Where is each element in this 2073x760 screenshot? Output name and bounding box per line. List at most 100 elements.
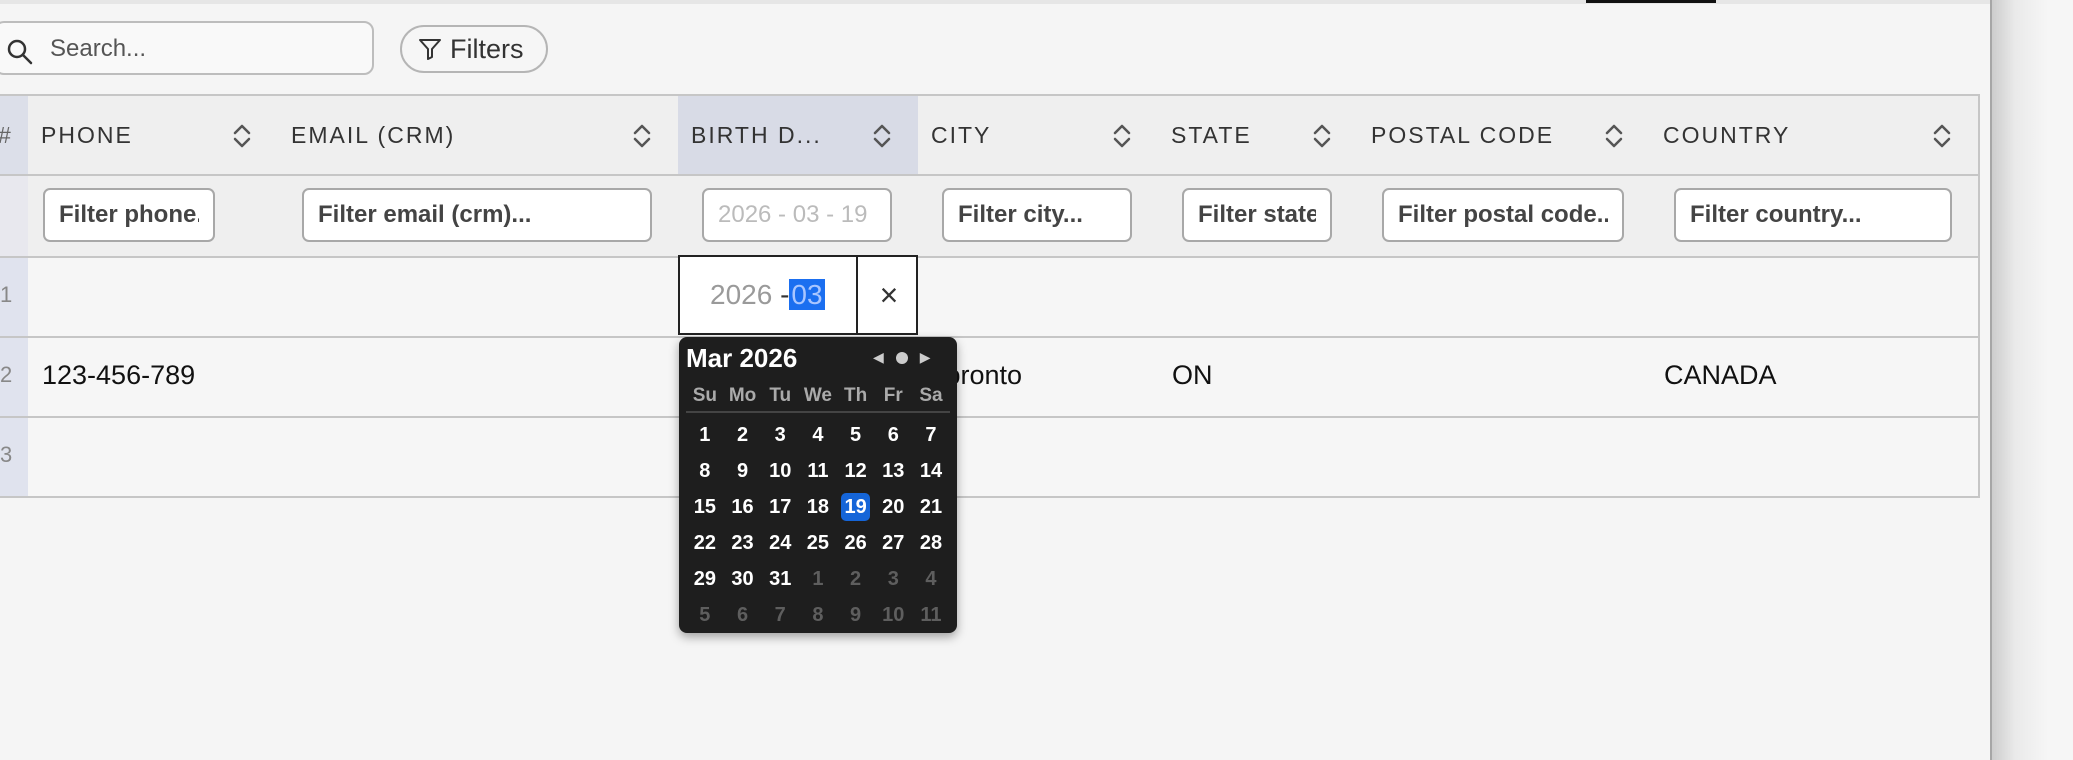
calendar-day[interactable]: 6 bbox=[724, 598, 762, 634]
filter-postal-input[interactable] bbox=[1382, 188, 1624, 242]
filter-email-input[interactable] bbox=[302, 188, 652, 242]
table-cell[interactable] bbox=[1650, 418, 1980, 498]
column-header-country[interactable]: COUNTRY bbox=[1650, 94, 1980, 176]
table-cell[interactable] bbox=[1158, 418, 1360, 498]
table-cell[interactable]: ON bbox=[1158, 338, 1360, 418]
column-header-label: # bbox=[0, 122, 13, 149]
calendar-day-number: 6 bbox=[887, 424, 899, 446]
calendar-weekdays: Su Mo Tu We Th Fr Sa bbox=[686, 385, 950, 413]
date-picker-popup[interactable]: Mar 2026 ◀ ▶ Su Mo Tu We Th Fr Sa 1 2 3 4 5 6 7 8 9 10 1… bbox=[679, 337, 957, 633]
table-cell: 1 bbox=[0, 258, 30, 338]
table-cell[interactable] bbox=[1358, 418, 1652, 498]
table-cell[interactable] bbox=[1358, 338, 1652, 418]
table-cell[interactable] bbox=[1158, 258, 1360, 338]
column-header-email[interactable]: EMAIL (CRM) bbox=[278, 94, 680, 176]
column-header-label: PHONE bbox=[41, 122, 133, 148]
calendar-day-number: 23 bbox=[731, 532, 754, 554]
column-header-state[interactable]: STATE bbox=[1158, 94, 1360, 176]
calendar-day[interactable]: 9 bbox=[724, 454, 762, 490]
calendar-day[interactable]: 5 bbox=[686, 598, 724, 634]
calendar-day[interactable]: 11 bbox=[799, 454, 837, 490]
filter-birth-input[interactable] bbox=[702, 188, 892, 242]
sort-chevron-icon[interactable] bbox=[1604, 122, 1624, 155]
filter-country-input[interactable] bbox=[1674, 188, 1952, 242]
sort-chevron-icon[interactable] bbox=[1932, 122, 1952, 155]
calendar-day[interactable]: 3 bbox=[761, 418, 799, 454]
sort-chevron-icon[interactable] bbox=[232, 122, 252, 155]
sort-chevron-icon[interactable] bbox=[872, 122, 892, 155]
search-box[interactable] bbox=[0, 21, 374, 75]
calendar-day[interactable]: 17 bbox=[761, 490, 799, 526]
calendar-day[interactable]: 29 bbox=[686, 562, 724, 598]
calendar-day[interactable]: 12 bbox=[837, 454, 875, 490]
calendar-day[interactable]: 4 bbox=[912, 562, 950, 598]
column-header-rownum[interactable]: # bbox=[0, 94, 30, 176]
date-year[interactable]: 2026 bbox=[710, 279, 772, 310]
filter-city-input[interactable] bbox=[942, 188, 1132, 242]
calendar-day[interactable]: 4 bbox=[799, 418, 837, 454]
column-header-postal[interactable]: POSTAL CODE bbox=[1358, 94, 1652, 176]
calendar-day[interactable]: 11 bbox=[912, 598, 950, 634]
table-cell[interactable] bbox=[28, 258, 280, 338]
table-cell[interactable] bbox=[1358, 258, 1652, 338]
calendar-day[interactable]: 28 bbox=[912, 526, 950, 562]
date-editor-value[interactable]: 2026 -03 bbox=[710, 279, 825, 311]
calendar-day[interactable]: 18 bbox=[799, 490, 837, 526]
calendar-day[interactable]: 8 bbox=[686, 454, 724, 490]
calendar-day[interactable]: 10 bbox=[874, 598, 912, 634]
calendar-day[interactable]: 2 bbox=[837, 562, 875, 598]
calendar-day[interactable]: 25 bbox=[799, 526, 837, 562]
table-cell: 3 bbox=[0, 418, 30, 498]
calendar-day-selected[interactable]: 19 bbox=[837, 490, 875, 526]
calendar-day[interactable]: 1 bbox=[799, 562, 837, 598]
calendar-day[interactable]: 22 bbox=[686, 526, 724, 562]
calendar-day[interactable]: 3 bbox=[874, 562, 912, 598]
calendar-day[interactable]: 16 bbox=[724, 490, 762, 526]
calendar-day[interactable]: 27 bbox=[874, 526, 912, 562]
table-cell[interactable] bbox=[28, 418, 280, 498]
birth-date-editor[interactable]: 2026 -03 × bbox=[678, 255, 918, 335]
column-header-city[interactable]: CITY bbox=[918, 94, 1160, 176]
filter-state-input[interactable] bbox=[1182, 188, 1332, 242]
calendar-day[interactable]: 7 bbox=[761, 598, 799, 634]
calendar-day[interactable]: 24 bbox=[761, 526, 799, 562]
column-header-phone[interactable]: PHONE bbox=[28, 94, 280, 176]
calendar-day[interactable]: 8 bbox=[799, 598, 837, 634]
clear-date-button[interactable]: × bbox=[856, 257, 920, 333]
calendar-day[interactable]: 31 bbox=[761, 562, 799, 598]
date-month-segment[interactable]: 03 bbox=[789, 279, 825, 310]
search-input[interactable] bbox=[48, 32, 362, 66]
calendar-day[interactable]: 1 bbox=[686, 418, 724, 454]
calendar-day[interactable]: 10 bbox=[761, 454, 799, 490]
table-cell[interactable] bbox=[278, 338, 680, 418]
table-cell[interactable] bbox=[1650, 258, 1980, 338]
calendar-day[interactable]: 20 bbox=[874, 490, 912, 526]
calendar-day[interactable]: 7 bbox=[912, 418, 950, 454]
table-cell[interactable]: CANADA bbox=[1650, 338, 1980, 418]
table-cell[interactable] bbox=[278, 418, 680, 498]
calendar-day[interactable]: 9 bbox=[837, 598, 875, 634]
sort-chevron-icon[interactable] bbox=[1312, 122, 1332, 155]
column-header-label: COUNTRY bbox=[1663, 122, 1791, 148]
today-dot-icon[interactable] bbox=[895, 351, 908, 364]
calendar-day[interactable]: 2 bbox=[724, 418, 762, 454]
calendar-day[interactable]: 5 bbox=[837, 418, 875, 454]
filters-button[interactable]: Filters bbox=[400, 25, 548, 73]
calendar-day[interactable]: 23 bbox=[724, 526, 762, 562]
next-month-icon[interactable]: ▶ bbox=[920, 349, 931, 366]
sort-chevron-icon[interactable] bbox=[1112, 122, 1132, 155]
table-cell[interactable] bbox=[278, 258, 680, 338]
column-header-birth[interactable]: BIRTH D... bbox=[678, 94, 920, 176]
calendar-day[interactable]: 26 bbox=[837, 526, 875, 562]
calendar-day[interactable]: 21 bbox=[912, 490, 950, 526]
calendar-day[interactable]: 6 bbox=[874, 418, 912, 454]
prev-month-icon[interactable]: ◀ bbox=[873, 349, 884, 366]
calendar-day[interactable]: 13 bbox=[874, 454, 912, 490]
calendar-day[interactable]: 30 bbox=[724, 562, 762, 598]
table-cell[interactable] bbox=[918, 258, 1160, 338]
calendar-day[interactable]: 15 bbox=[686, 490, 724, 526]
table-cell[interactable]: 123-456-789 bbox=[28, 338, 280, 418]
calendar-day[interactable]: 14 bbox=[912, 454, 950, 490]
sort-chevron-icon[interactable] bbox=[632, 122, 652, 155]
filter-phone-input[interactable] bbox=[43, 188, 215, 242]
